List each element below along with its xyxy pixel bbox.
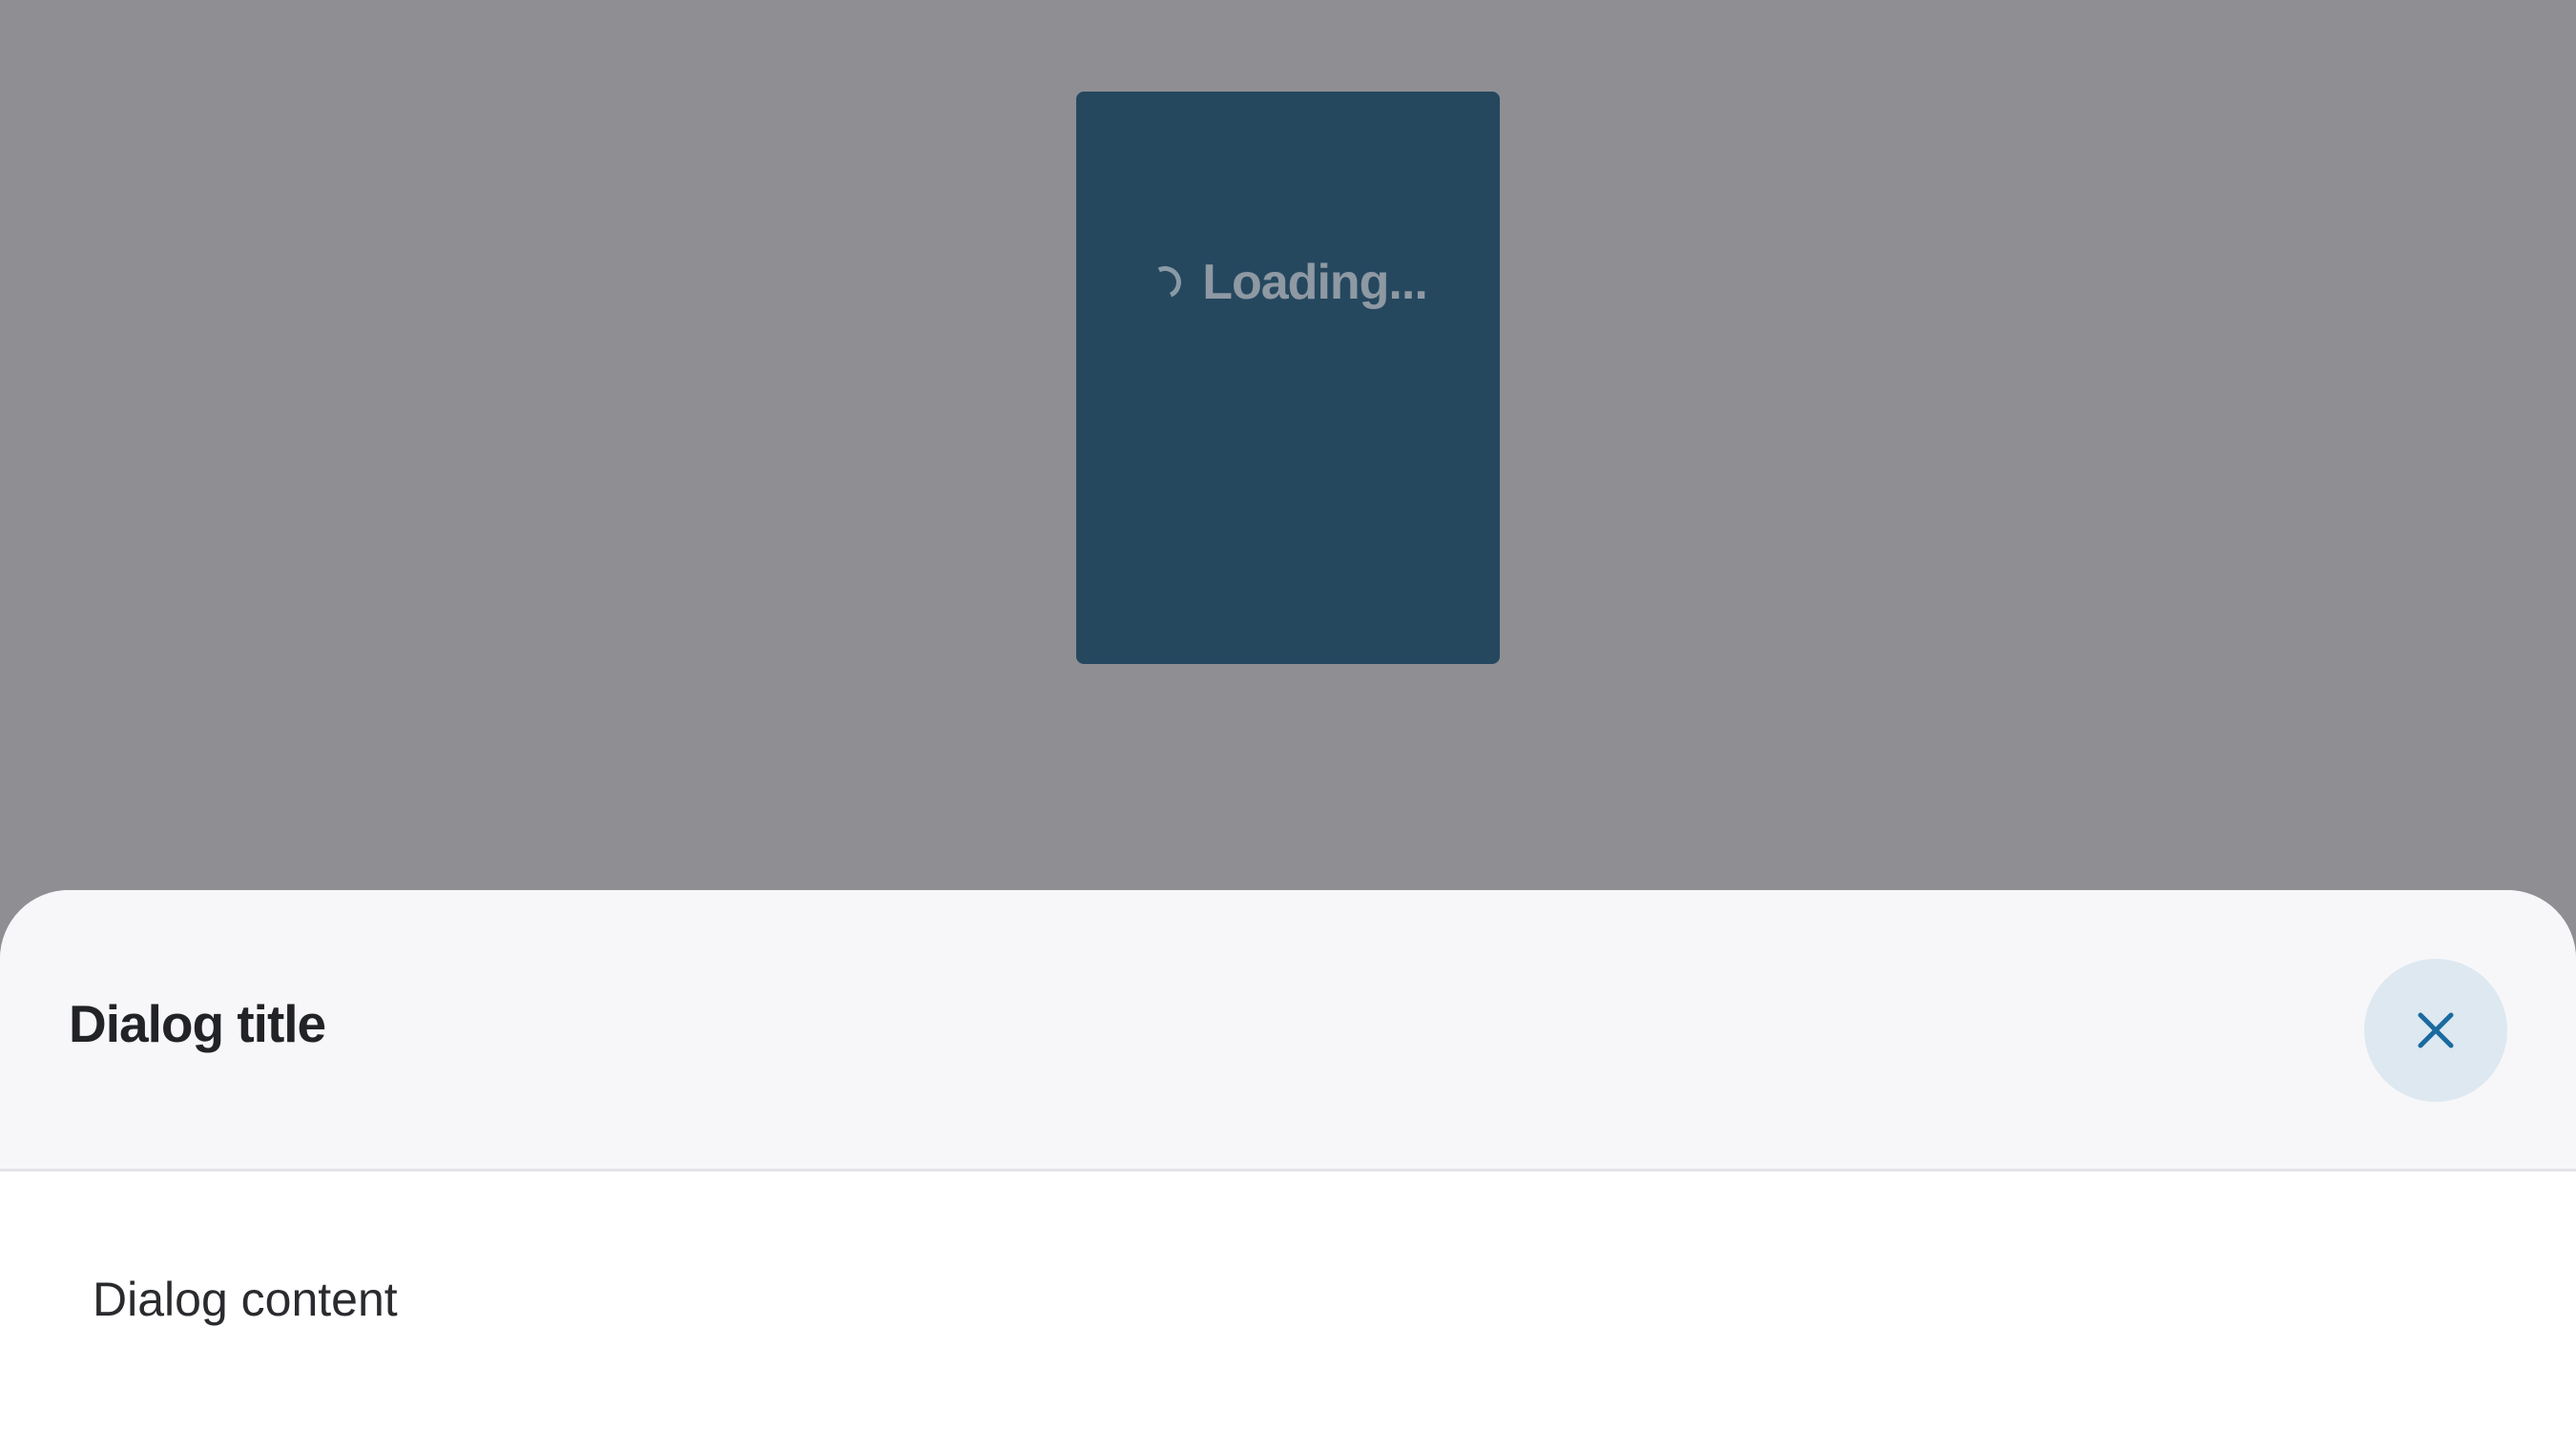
close-icon [2418,1012,2454,1048]
dialog-title: Dialog title [69,994,326,1053]
loading-spinner-icon [1144,261,1187,303]
dialog-header: Dialog title [0,890,2576,1172]
dialog-content: Dialog content [93,1273,398,1326]
loading-label: Loading... [1202,255,1428,310]
dialog-sheet: Dialog title Dialog content [0,890,2576,1431]
loading-indicator: Loading... [1144,254,1428,311]
close-button[interactable] [2364,959,2507,1102]
loading-card: Loading... [1076,92,1500,664]
